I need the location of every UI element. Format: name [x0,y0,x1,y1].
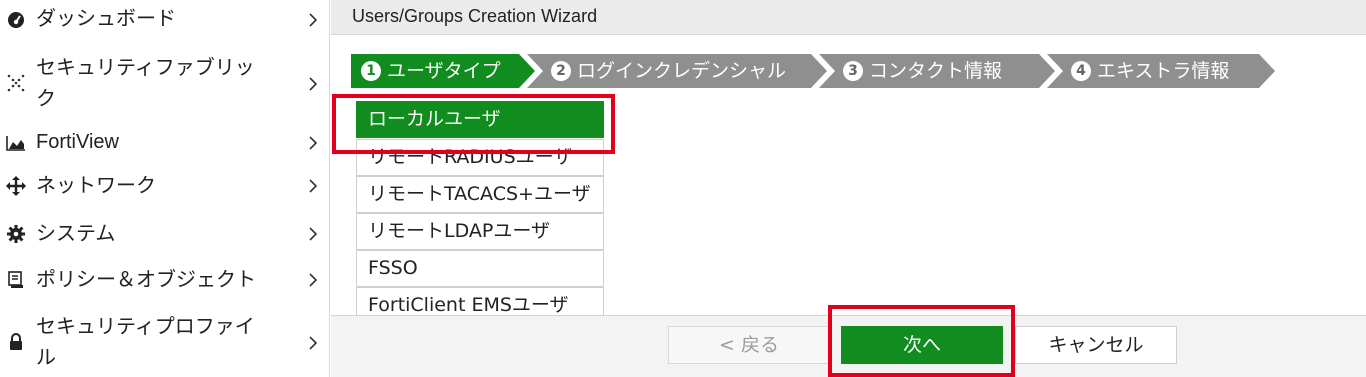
user-type-local[interactable]: ローカルユーザ [356,101,604,138]
step-login-credentials: 2 ログインクレデンシャル [527,54,827,88]
step-contact-info: 3 コンタクト情報 [819,54,1055,88]
user-type-remote-ldap[interactable]: リモートLDAPユーザ [356,213,604,250]
step-label: ユーザタイプ [387,60,501,82]
security-fabric-icon [6,73,26,93]
user-type-list: ローカルユーザ リモートRADIUSユーザ リモートTACACS+ユーザ リモー… [356,98,606,315]
step-number-badge: 4 [1071,61,1091,81]
sidebar-item-network[interactable]: ネットワーク [0,170,330,202]
user-type-remote-tacacs[interactable]: リモートTACACS+ユーザ [356,176,604,213]
step-user-type: 1 ユーザタイプ [351,54,535,88]
step-number-badge: 2 [551,61,571,81]
chevron-right-icon [308,74,320,94]
policy-icon [6,270,26,290]
chevron-right-icon [308,133,320,153]
gear-icon [6,224,26,244]
sidebar-item-security-profiles[interactable]: セキュリティプロファイ ル [0,311,330,373]
chevron-right-icon [308,224,320,244]
sidebar-item-label: セキュリティファブリッ ク [36,55,255,110]
lock-icon [6,332,26,352]
step-extra-info: 4 エキストラ情報 [1047,54,1275,88]
step-label: コンタクト情報 [869,60,1003,82]
chevron-right-icon [308,270,320,290]
network-arrows-icon [6,176,26,196]
sidebar-item-fortiview[interactable]: FortiView [0,127,330,159]
sidebar: ダッシュボード セキュリティファブリッ ク FortiView ネットワーク シ… [0,0,330,377]
wizard-titlebar: Users/Groups Creation Wizard [331,0,1366,35]
sidebar-item-dashboard[interactable]: ダッシュボード [0,3,330,37]
step-label: エキストラ情報 [1097,60,1230,82]
sidebar-item-label: セキュリティプロファイ ル [36,314,255,369]
wizard-footer: < 戻る 次へ キャンセル [331,315,1366,377]
back-button[interactable]: < 戻る [668,326,830,364]
chevron-right-icon [308,10,320,30]
chevron-right-icon [308,176,320,196]
dashboard-icon [6,10,26,30]
sidebar-item-system[interactable]: システム [0,218,330,250]
step-number-badge: 1 [361,61,381,81]
sidebar-item-label: ポリシー＆オブジェクト [36,267,256,291]
sidebar-item-policy-objects[interactable]: ポリシー＆オブジェクト [0,264,330,296]
user-type-remote-radius[interactable]: リモートRADIUSユーザ [356,139,604,176]
step-number-badge: 3 [843,61,863,81]
sidebar-item-label: ネットワーク [36,173,156,197]
wizard-panel: Users/Groups Creation Wizard 1 ユーザタイプ 2 … [331,0,1366,377]
chevron-right-icon [308,333,320,353]
cancel-button[interactable]: キャンセル [1015,326,1177,364]
area-chart-icon [6,133,26,153]
user-type-forticlient-ems[interactable]: FortiClient EMSユーザ [356,287,604,315]
user-type-fsso[interactable]: FSSO [356,250,604,287]
sidebar-item-label: システム [36,221,116,245]
sidebar-item-label: ダッシュボード [36,6,176,30]
page-title: Users/Groups Creation Wizard [352,6,598,26]
sidebar-item-security-fabric[interactable]: セキュリティファブリッ ク [0,52,330,114]
sidebar-item-label: FortiView [36,131,119,153]
next-button[interactable]: 次へ [841,326,1003,364]
step-label: ログインクレデンシャル [577,60,787,82]
